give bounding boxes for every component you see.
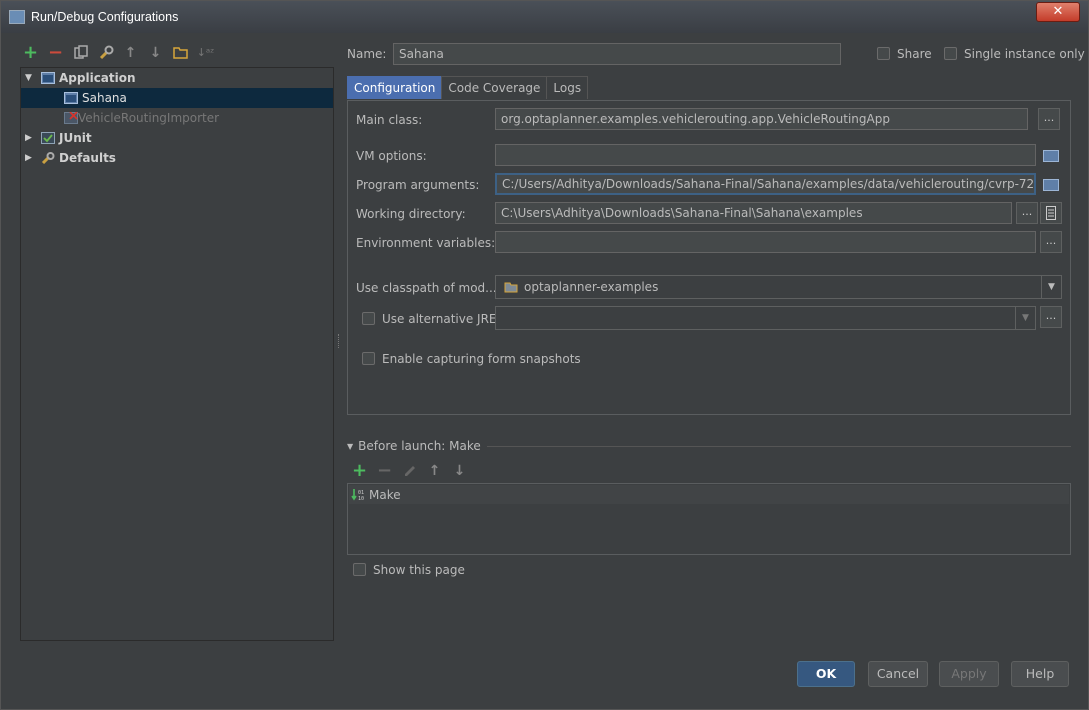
tab-configuration[interactable]: Configuration: [347, 76, 443, 99]
before-launch-title: Before launch: Make: [358, 439, 481, 453]
window-title: Run/Debug Configurations: [31, 10, 179, 24]
move-up-icon[interactable]: ↑: [121, 43, 140, 62]
list-item-label: Make: [369, 487, 401, 502]
chevron-down-icon[interactable]: ▼: [1041, 276, 1061, 298]
classpath-module-select[interactable]: optaplanner-examples ▼: [495, 275, 1062, 299]
main-class-label: Main class:: [356, 113, 423, 127]
ok-button[interactable]: OK: [797, 661, 855, 687]
document-icon: [1046, 206, 1056, 220]
application-icon: [64, 92, 78, 104]
copy-icon[interactable]: [71, 43, 90, 62]
working-directory-field[interactable]: C:\Users\Adhitya\Downloads\Sahana-Final\…: [495, 202, 1012, 224]
tree-node-application[interactable]: ▼ Application: [21, 68, 333, 88]
application-icon: [41, 72, 55, 84]
before-launch-list: 01 10 Make: [347, 483, 1071, 555]
environment-variables-label: Environment variables:: [356, 236, 496, 250]
tree-label: Defaults: [59, 151, 116, 165]
tree-item-sahana[interactable]: Sahana: [21, 88, 333, 108]
config-tabs: Configuration Code Coverage Logs: [347, 76, 589, 99]
move-task-down-icon[interactable]: ↓: [450, 461, 469, 480]
move-task-up-icon[interactable]: ↑: [425, 461, 444, 480]
program-arguments-field[interactable]: C:/Users/Adhitya/Downloads/Sahana-Final/…: [495, 173, 1036, 195]
make-icon: 0110: [351, 488, 364, 502]
classpath-module-label: Use classpath of mod...: [356, 281, 497, 295]
collapsed-arrow-icon[interactable]: ▶: [25, 128, 35, 148]
move-down-icon[interactable]: ↓: [146, 43, 165, 62]
name-label: Name:: [347, 47, 387, 61]
close-button[interactable]: ✕: [1036, 2, 1080, 22]
before-launch-header[interactable]: ▼ Before launch: Make: [347, 439, 1071, 453]
module-folder-icon: [504, 282, 518, 293]
junit-icon: [41, 132, 55, 144]
share-checkbox[interactable]: [877, 47, 890, 60]
tree-label: Sahana: [82, 91, 127, 105]
tree-node-defaults[interactable]: ▶ Defaults: [21, 148, 333, 168]
main-class-field[interactable]: org.optaplanner.examples.vehiclerouting.…: [495, 108, 1028, 130]
vm-options-expand-icon[interactable]: [1039, 145, 1061, 165]
macro-insert-button[interactable]: [1040, 202, 1062, 224]
apply-button[interactable]: Apply: [939, 661, 999, 687]
add-task-icon[interactable]: +: [350, 460, 369, 481]
defaults-wrench-icon: [41, 152, 55, 164]
cancel-button[interactable]: Cancel: [868, 661, 928, 687]
classpath-module-value: optaplanner-examples: [524, 280, 659, 294]
snapshots-checkbox[interactable]: [362, 352, 375, 365]
configurations-tree: ▼ Application Sahana VehicleRoutingImpor…: [20, 67, 334, 641]
tree-item-vehicle-routing-importer[interactable]: VehicleRoutingImporter: [21, 108, 333, 128]
folder-icon[interactable]: [171, 43, 190, 62]
sort-icon[interactable]: ↓ᵃᶻ: [196, 43, 215, 62]
run-debug-dialog: Run/Debug Configurations ✕ + − ↑ ↓ ↓ᵃᶻ ▼…: [0, 0, 1089, 710]
edit-task-icon[interactable]: [400, 461, 419, 480]
main-class-browse-button[interactable]: ...: [1038, 108, 1060, 130]
program-arguments-label: Program arguments:: [356, 178, 480, 192]
expanded-arrow-icon[interactable]: ▼: [25, 68, 35, 88]
collapse-arrow-icon[interactable]: ▼: [347, 442, 353, 451]
program-arguments-expand-icon[interactable]: [1039, 174, 1061, 194]
help-button[interactable]: Help: [1011, 661, 1069, 687]
divider: [486, 445, 1071, 447]
wrench-icon[interactable]: [96, 43, 115, 62]
snapshots-label: Enable capturing form snapshots: [382, 352, 581, 366]
configurations-toolbar: + − ↑ ↓ ↓ᵃᶻ: [21, 42, 215, 63]
tab-logs[interactable]: Logs: [546, 76, 589, 99]
intellij-icon: [9, 10, 25, 24]
environment-variables-field[interactable]: [495, 231, 1036, 253]
vm-options-field[interactable]: [495, 144, 1036, 166]
collapsed-arrow-icon[interactable]: ▶: [25, 148, 35, 168]
remove-icon[interactable]: −: [46, 42, 65, 63]
alternative-jre-browse-button[interactable]: ...: [1040, 306, 1062, 328]
share-label: Share: [897, 47, 932, 61]
vm-options-label: VM options:: [356, 149, 427, 163]
remove-task-icon[interactable]: −: [375, 460, 394, 481]
name-field[interactable]: Sahana: [393, 43, 841, 65]
tree-node-junit[interactable]: ▶ JUnit: [21, 128, 333, 148]
working-directory-label: Working directory:: [356, 207, 466, 221]
tree-label: VehicleRoutingImporter: [78, 111, 220, 125]
tree-label: Application: [59, 71, 136, 85]
svg-text:10: 10: [358, 496, 364, 502]
add-icon[interactable]: +: [21, 42, 40, 63]
alternative-jre-select[interactable]: ▼: [495, 306, 1036, 330]
show-page-checkbox[interactable]: [353, 563, 366, 576]
single-instance-label: Single instance only: [964, 47, 1085, 61]
tab-code-coverage[interactable]: Code Coverage: [441, 76, 548, 99]
title-bar: Run/Debug Configurations ✕: [1, 1, 1088, 33]
alternative-jre-checkbox[interactable]: [362, 312, 375, 325]
chevron-down-icon[interactable]: ▼: [1015, 307, 1035, 329]
list-item[interactable]: 01 10 Make: [349, 485, 1069, 504]
before-launch-toolbar: + − ↑ ↓: [350, 460, 469, 481]
alternative-jre-label: Use alternative JRE:: [382, 312, 501, 326]
single-instance-checkbox[interactable]: [944, 47, 957, 60]
application-error-icon: [64, 112, 78, 124]
show-page-label: Show this page: [373, 563, 465, 577]
tree-label: JUnit: [59, 131, 92, 145]
splitter-handle[interactable]: [338, 334, 340, 348]
environment-variables-browse-button[interactable]: ...: [1040, 231, 1062, 253]
working-directory-browse-button[interactable]: ...: [1016, 202, 1038, 224]
